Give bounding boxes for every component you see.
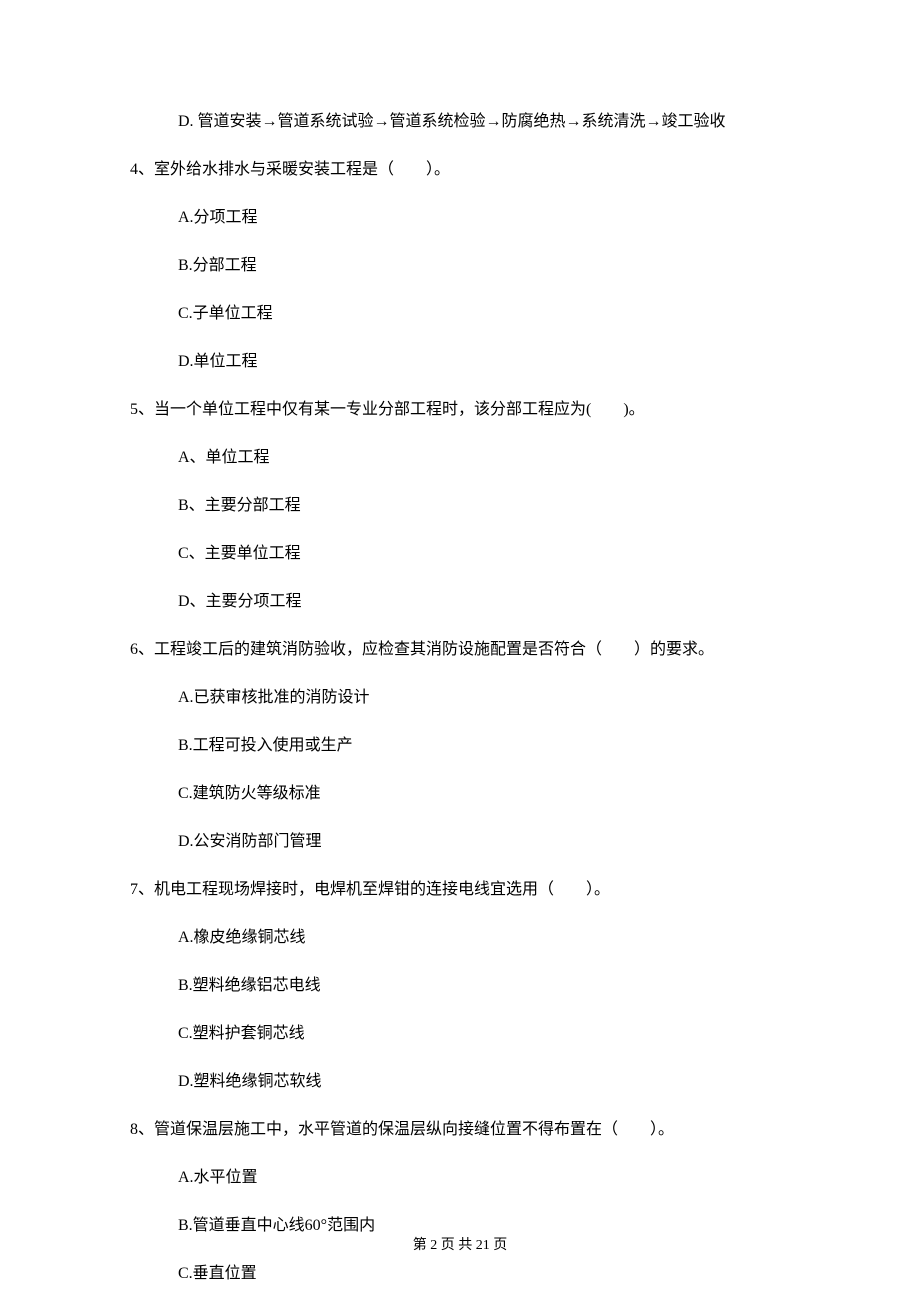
page-content: D. 管道安装→管道系统试验→管道系统检验→防腐绝热→系统清洗→竣工验收 4、室…	[0, 0, 920, 1286]
q4-option-c: C.子单位工程	[130, 302, 790, 326]
page-footer: 第 2 页 共 21 页	[0, 1234, 920, 1254]
q7-text: 7、机电工程现场焊接时，电焊机至焊钳的连接电线宜选用（ ）。	[130, 878, 790, 902]
q6-text: 6、工程竣工后的建筑消防验收，应检查其消防设施配置是否符合（ ）的要求。	[130, 638, 790, 662]
q8-option-a: A.水平位置	[130, 1166, 790, 1190]
q7-option-a: A.橡皮绝缘铜芯线	[130, 926, 790, 950]
q4-option-d: D.单位工程	[130, 350, 790, 374]
q5-text: 5、当一个单位工程中仅有某一专业分部工程时，该分部工程应为( )。	[130, 398, 790, 422]
q4-text: 4、室外给水排水与采暖安装工程是（ ）。	[130, 158, 790, 182]
q4-option-a: A.分项工程	[130, 206, 790, 230]
q6-option-c: C.建筑防火等级标准	[130, 782, 790, 806]
q4-option-b: B.分部工程	[130, 254, 790, 278]
q7-option-c: C.塑料护套铜芯线	[130, 1022, 790, 1046]
q8-text: 8、管道保温层施工中，水平管道的保温层纵向接缝位置不得布置在（ ）。	[130, 1118, 790, 1142]
q6-option-b: B.工程可投入使用或生产	[130, 734, 790, 758]
q8-option-c: C.垂直位置	[130, 1262, 790, 1286]
q7-option-d: D.塑料绝缘铜芯软线	[130, 1070, 790, 1094]
q5-option-b: B、主要分部工程	[130, 494, 790, 518]
q6-option-a: A.已获审核批准的消防设计	[130, 686, 790, 710]
q5-option-a: A、单位工程	[130, 446, 790, 470]
q5-option-c: C、主要单位工程	[130, 542, 790, 566]
q7-option-b: B.塑料绝缘铝芯电线	[130, 974, 790, 998]
q5-option-d: D、主要分项工程	[130, 590, 790, 614]
q3-option-d: D. 管道安装→管道系统试验→管道系统检验→防腐绝热→系统清洗→竣工验收	[130, 110, 790, 134]
q6-option-d: D.公安消防部门管理	[130, 830, 790, 854]
